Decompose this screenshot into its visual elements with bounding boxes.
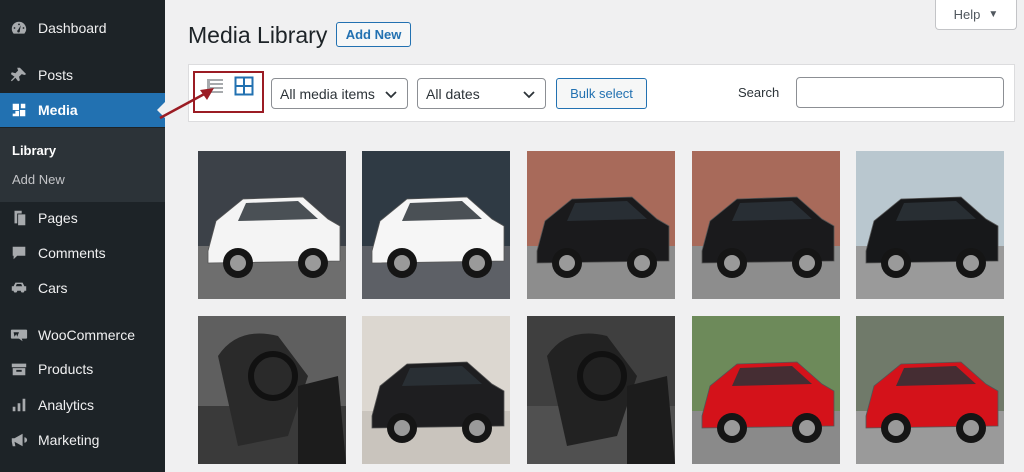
sidebar-item-media[interactable]: Media: [0, 93, 165, 127]
media-thumbnail[interactable]: [362, 316, 510, 464]
dashboard-icon: [9, 18, 29, 38]
media-type-filter-value: All media items: [280, 85, 375, 102]
admin-sidebar: Dashboard Posts Media Library Add New Pa…: [0, 0, 165, 472]
sidebar-item-label: WooCommerce: [38, 327, 135, 343]
media-type-filter[interactable]: All media items: [271, 78, 408, 109]
search-input[interactable]: [796, 77, 1004, 108]
sidebar-item-analytics[interactable]: Analytics: [0, 388, 165, 422]
grid-view-icon: [234, 76, 254, 96]
add-new-button[interactable]: Add New: [336, 22, 411, 47]
list-view-button[interactable]: [204, 75, 226, 97]
sidebar-item-label: Pages: [38, 210, 78, 226]
sidebar-item-label: Media: [38, 102, 78, 118]
chevron-down-icon: [523, 91, 535, 99]
media-thumbnail[interactable]: [692, 151, 840, 299]
sidebar-item-posts[interactable]: Posts: [0, 58, 165, 92]
list-view-icon: [207, 79, 223, 93]
car-icon: [9, 278, 29, 298]
page-title: Media Library: [188, 22, 328, 48]
grid-view-button[interactable]: [233, 75, 255, 97]
help-tab[interactable]: Help ▼: [935, 0, 1017, 30]
submenu-item-add-new[interactable]: Add New: [12, 172, 65, 187]
search-label: Search: [738, 85, 780, 100]
sidebar-item-comments[interactable]: Comments: [0, 236, 165, 270]
date-filter[interactable]: All dates: [417, 78, 546, 109]
date-filter-value: All dates: [426, 85, 480, 102]
media-thumbnail[interactable]: [692, 316, 840, 464]
submenu-item-library[interactable]: Library: [12, 143, 56, 158]
sidebar-item-woocommerce[interactable]: WooCommerce: [0, 318, 165, 352]
sidebar-item-label: Analytics: [38, 397, 95, 413]
media-thumbnail[interactable]: [527, 316, 675, 464]
products-icon: [9, 359, 29, 379]
media-thumbnail[interactable]: [198, 316, 346, 464]
analytics-icon: [9, 395, 29, 415]
media-thumbnail[interactable]: [856, 316, 1004, 464]
media-thumbnail[interactable]: [362, 151, 510, 299]
media-submenu: Library Add New: [0, 128, 165, 202]
sidebar-item-label: Dashboard: [38, 20, 107, 36]
sidebar-item-label: Products: [38, 361, 94, 377]
sidebar-item-cars[interactable]: Cars: [0, 271, 165, 305]
woocommerce-icon: [9, 325, 29, 345]
sidebar-item-dashboard[interactable]: Dashboard: [0, 11, 165, 45]
help-label: Help: [953, 7, 981, 22]
bulk-select-button[interactable]: Bulk select: [556, 78, 647, 109]
marketing-icon: [9, 430, 29, 450]
sidebar-item-label: Comments: [38, 245, 106, 261]
sidebar-item-label: Marketing: [38, 432, 100, 448]
chevron-down-icon: [385, 91, 397, 99]
pages-icon: [9, 208, 29, 228]
media-toolbar: All media items All dates Bulk select Se…: [188, 64, 1015, 122]
caret-down-icon: ▼: [988, 9, 999, 20]
sidebar-item-marketing[interactable]: Marketing: [0, 423, 165, 457]
media-thumbnail[interactable]: [856, 151, 1004, 299]
sidebar-item-products[interactable]: Products: [0, 352, 165, 386]
sidebar-item-label: Cars: [38, 280, 68, 296]
comments-icon: [9, 243, 29, 263]
sidebar-item-pages[interactable]: Pages: [0, 201, 165, 235]
sidebar-item-label: Posts: [38, 67, 74, 83]
media-thumbnail[interactable]: [527, 151, 675, 299]
media-icon: [9, 100, 29, 120]
pin-icon: [9, 65, 29, 85]
media-thumbnail[interactable]: [198, 151, 346, 299]
